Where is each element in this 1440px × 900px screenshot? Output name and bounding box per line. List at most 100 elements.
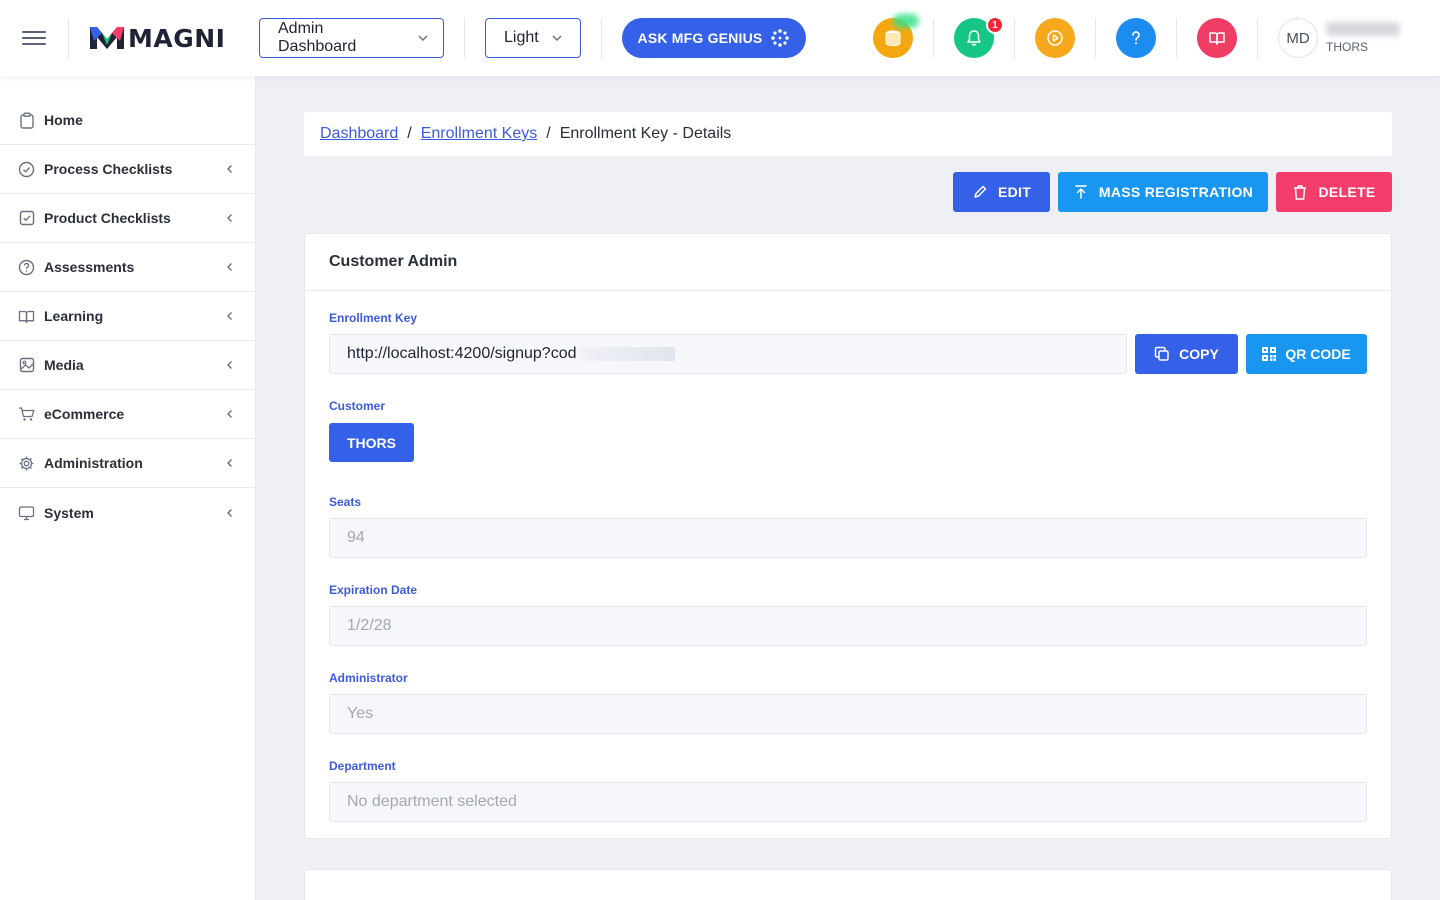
chevron-left-icon [227, 508, 232, 517]
administrator-field[interactable]: Yes [329, 694, 1367, 734]
breadcrumb-separator: / [546, 125, 551, 142]
chevron-down-icon [418, 35, 428, 42]
customer-label: Customer [329, 399, 386, 413]
sidebar-item-administration[interactable]: Administration [0, 439, 255, 488]
notification-badge: 1 [986, 16, 1004, 34]
gear-icon [18, 455, 35, 472]
chevron-left-icon [227, 410, 232, 418]
edit-button[interactable]: EDIT [953, 172, 1050, 212]
enrollment-key-label: Enrollment Key [329, 311, 418, 325]
copy-icon [1154, 346, 1169, 361]
enrollment-key-value: http://localhost:4200/signup?cod [347, 345, 577, 362]
sidebar-item-product-checklists[interactable]: Product Checklists [0, 194, 255, 243]
sidebar-item-process-checklists[interactable]: Process Checklists [0, 145, 255, 194]
breadcrumb-link-enrollment-keys[interactable]: Enrollment Keys [421, 125, 538, 143]
mass-registration-button[interactable]: MASS REGISTRATION [1058, 172, 1268, 212]
header-divider [1257, 18, 1258, 58]
sidebar-item-ecommerce[interactable]: eCommerce [0, 390, 255, 439]
coins-indicator [893, 14, 919, 28]
sidebar-item-label: Assessments [44, 259, 135, 275]
administrator-value: Yes [347, 705, 374, 722]
seats-label: Seats [329, 495, 362, 509]
dashboard-select-value: Admin Dashboard [278, 20, 357, 55]
edit-button-label: EDIT [997, 184, 1032, 200]
ask-button-label: ASK MFG GENIUS [637, 30, 763, 46]
department-field[interactable]: No department selected [329, 782, 1367, 822]
chevron-left-icon [227, 214, 232, 222]
department-value: No department selected [347, 793, 517, 810]
user-name-redacted [1326, 22, 1400, 36]
logo-mark-icon [90, 27, 124, 49]
question-circle-icon [18, 259, 35, 276]
trash-icon [1294, 184, 1307, 200]
coins-icon [885, 30, 901, 47]
sidebar-item-label: Home [44, 112, 83, 128]
header-divider [1095, 18, 1096, 58]
avatar[interactable]: MD [1278, 18, 1318, 58]
header-divider [464, 18, 465, 58]
chevron-down-icon [552, 35, 562, 42]
image-icon [18, 357, 35, 374]
user-org: THORS [1326, 40, 1368, 54]
logo-text: MAGNI [128, 23, 226, 53]
menu-icon[interactable] [22, 27, 46, 49]
sidebar-item-label: System [44, 504, 94, 521]
header-divider [1014, 18, 1015, 58]
chevron-left-icon [227, 361, 232, 369]
seats-field[interactable]: 94 [329, 518, 1367, 558]
chevron-left-icon [227, 165, 232, 173]
enrollment-key-field[interactable]: http://localhost:4200/signup?cod [329, 334, 1127, 374]
sidebar-item-label: Media [44, 357, 84, 373]
secondary-card [304, 869, 1392, 900]
play-icon [1047, 30, 1063, 46]
breadcrumb: Dashboard / Enrollment Keys / Enrollment… [304, 112, 1392, 156]
mass-registration-label: MASS REGISTRATION [1098, 184, 1254, 200]
ask-mfg-genius-button[interactable]: ASK MFG GENIUS [622, 18, 806, 58]
help-icon [1132, 31, 1140, 45]
notifications-button[interactable]: 1 [954, 16, 1004, 58]
check-square-icon [18, 210, 35, 227]
department-label: Department [329, 759, 396, 773]
administrator-label: Administrator [329, 671, 408, 685]
qr-code-icon [1262, 347, 1277, 361]
breadcrumb-link-dashboard[interactable]: Dashboard [320, 125, 398, 143]
sidebar-item-system[interactable]: System [0, 488, 255, 537]
breadcrumb-separator: / [407, 125, 412, 142]
cart-icon [18, 406, 35, 423]
sidebar-item-label: eCommerce [44, 406, 125, 422]
check-circle-icon [18, 161, 35, 178]
chevron-left-icon [227, 312, 232, 320]
chevron-left-icon [227, 459, 232, 467]
copy-button[interactable]: COPY [1135, 334, 1238, 374]
sidebar-item-label: Process Checklists [44, 161, 173, 177]
header-divider [1176, 18, 1177, 58]
book-icon [1209, 32, 1225, 45]
chevron-left-icon [227, 263, 232, 271]
magni-logo[interactable]: MAGNI [90, 22, 225, 54]
header-divider [68, 18, 69, 58]
sidebar: Home Process Checklists Product Checklis… [0, 76, 256, 900]
sidebar-item-media[interactable]: Media [0, 341, 255, 390]
coins-button[interactable] [873, 14, 919, 58]
customer-chip[interactable]: THORS [329, 423, 414, 462]
theme-select[interactable]: Light [485, 18, 581, 58]
qr-code-button-label: QR CODE [1285, 346, 1351, 362]
sidebar-item-learning[interactable]: Learning [0, 292, 255, 341]
expiration-date-value: 1/2/28 [347, 617, 392, 634]
bell-icon [967, 30, 981, 46]
sidebar-item-assessments[interactable]: Assessments [0, 243, 255, 292]
expiration-date-field[interactable]: 1/2/28 [329, 606, 1367, 646]
play-button[interactable] [1035, 18, 1075, 58]
top-header: MAGNI Admin Dashboard Light ASK MFG GENI… [0, 0, 1440, 76]
expiration-date-label: Expiration Date [329, 583, 418, 597]
sidebar-item-home[interactable]: Home [0, 96, 255, 145]
copy-button-label: COPY [1179, 346, 1219, 362]
delete-button[interactable]: DELETE [1276, 172, 1392, 212]
book-open-icon [18, 308, 35, 325]
sidebar-item-label: Learning [44, 308, 104, 324]
header-divider [933, 18, 934, 58]
help-button[interactable] [1116, 18, 1156, 58]
qr-code-button[interactable]: QR CODE [1246, 334, 1367, 374]
book-button[interactable] [1197, 18, 1237, 58]
dashboard-select[interactable]: Admin Dashboard [259, 18, 444, 58]
